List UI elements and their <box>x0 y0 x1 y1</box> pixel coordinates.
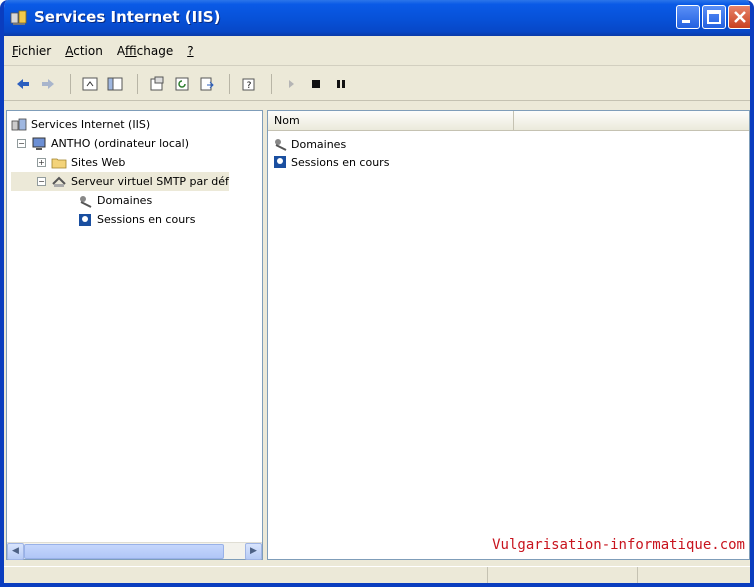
back-button[interactable] <box>12 73 34 95</box>
play-button[interactable] <box>280 73 302 95</box>
export-list-icon <box>200 77 214 90</box>
menu-fichier-rest: ichier <box>18 43 52 58</box>
caption-buttons <box>676 5 750 29</box>
up-level-icon <box>82 77 98 90</box>
sessions-icon <box>274 156 286 168</box>
menu-action[interactable]: Action <box>65 44 103 58</box>
forward-arrow-icon <box>42 78 54 89</box>
collapse-toggle[interactable]: − <box>17 139 26 148</box>
help-icon: ? <box>242 78 255 91</box>
back-arrow-icon <box>17 78 29 89</box>
computer-icon <box>32 137 46 150</box>
tree-item-sessions[interactable]: Sessions en cours <box>11 210 229 229</box>
export-list-button[interactable] <box>196 73 218 95</box>
domains-icon <box>275 139 287 151</box>
status-bar <box>4 566 750 583</box>
tree-item-root[interactable]: Services Internet (IIS) <box>11 115 229 134</box>
title-bar[interactable]: Services Internet (IIS) <box>4 0 750 36</box>
close-icon <box>734 11 746 23</box>
list-item[interactable]: Domaines <box>272 135 389 153</box>
domains-icon <box>80 195 92 208</box>
close-button[interactable] <box>728 5 750 29</box>
stop-icon <box>312 79 320 88</box>
toolbar-separator <box>70 73 71 94</box>
scroll-left-button[interactable]: ◀ <box>7 543 24 560</box>
stop-button[interactable] <box>305 73 327 95</box>
properties-icon <box>150 76 164 90</box>
iis-app-icon <box>10 10 27 25</box>
help-button[interactable]: ? <box>238 73 260 95</box>
status-pane-main <box>4 567 488 583</box>
iis-icon <box>11 118 27 130</box>
sessions-icon <box>79 213 91 226</box>
menu-help[interactable]: ? <box>187 44 193 58</box>
pause-icon <box>337 79 345 88</box>
list-item[interactable]: Sessions en cours <box>272 153 389 171</box>
up-level-button[interactable] <box>79 73 101 95</box>
smtp-server-icon <box>52 176 66 187</box>
toolbar-separator <box>271 73 272 94</box>
play-icon <box>289 79 294 88</box>
watermark: Vulgarisation-informatique.com <box>492 537 745 553</box>
svg-text:?: ? <box>247 81 252 91</box>
list-header: Nom <box>268 111 749 131</box>
column-header-nom[interactable]: Nom <box>268 111 514 131</box>
toolbar: ? <box>4 67 750 101</box>
minimize-icon <box>682 20 690 23</box>
tree-item-sites[interactable]: + Sites Web <box>11 153 229 172</box>
forward-button[interactable] <box>37 73 59 95</box>
menu-bar: Fichier Action Affichage ? <box>4 36 750 66</box>
refresh-icon <box>175 77 189 90</box>
console-tree: Services Internet (IIS) − ANTHO (ordinat… <box>11 115 229 229</box>
collapse-toggle[interactable]: − <box>37 177 46 186</box>
expand-toggle[interactable]: + <box>37 158 46 167</box>
folder-icon <box>51 158 67 168</box>
column-header-empty[interactable] <box>514 111 749 131</box>
menu-fichier[interactable]: Fichier <box>12 44 51 58</box>
scroll-right-button[interactable]: ▶ <box>245 543 262 560</box>
status-pane-secondary <box>488 567 638 583</box>
scroll-thumb[interactable] <box>24 544 224 559</box>
tree-item-computer[interactable]: − ANTHO (ordinateur local) <box>11 134 229 153</box>
toolbar-separator <box>137 73 138 94</box>
horizontal-scrollbar[interactable]: ◀ ▶ <box>7 542 262 560</box>
maximize-icon <box>707 10 721 24</box>
tree-pane[interactable]: Services Internet (IIS) − ANTHO (ordinat… <box>6 110 263 560</box>
show-tree-button[interactable] <box>104 73 126 95</box>
window-title: Services Internet (IIS) <box>34 8 221 26</box>
details-list: Domaines Sessions en cours <box>272 135 389 171</box>
tree-item-smtp[interactable]: − Serveur virtuel SMTP par déf <box>11 172 229 191</box>
properties-button[interactable] <box>146 73 168 95</box>
tree-item-domains[interactable]: Domaines <box>11 191 229 210</box>
refresh-button[interactable] <box>171 73 193 95</box>
toolbar-separator <box>229 73 230 94</box>
minimize-button[interactable] <box>676 5 700 29</box>
details-pane[interactable]: Nom Domaines Sessions en cours Vulgarisa… <box>267 110 750 560</box>
maximize-button[interactable] <box>702 5 726 29</box>
mmc-window: Services Internet (IIS) Fichier Action A… <box>0 0 754 587</box>
show-tree-icon <box>107 77 123 90</box>
menu-affichage[interactable]: Affichage <box>117 44 173 58</box>
pause-button[interactable] <box>330 73 352 95</box>
